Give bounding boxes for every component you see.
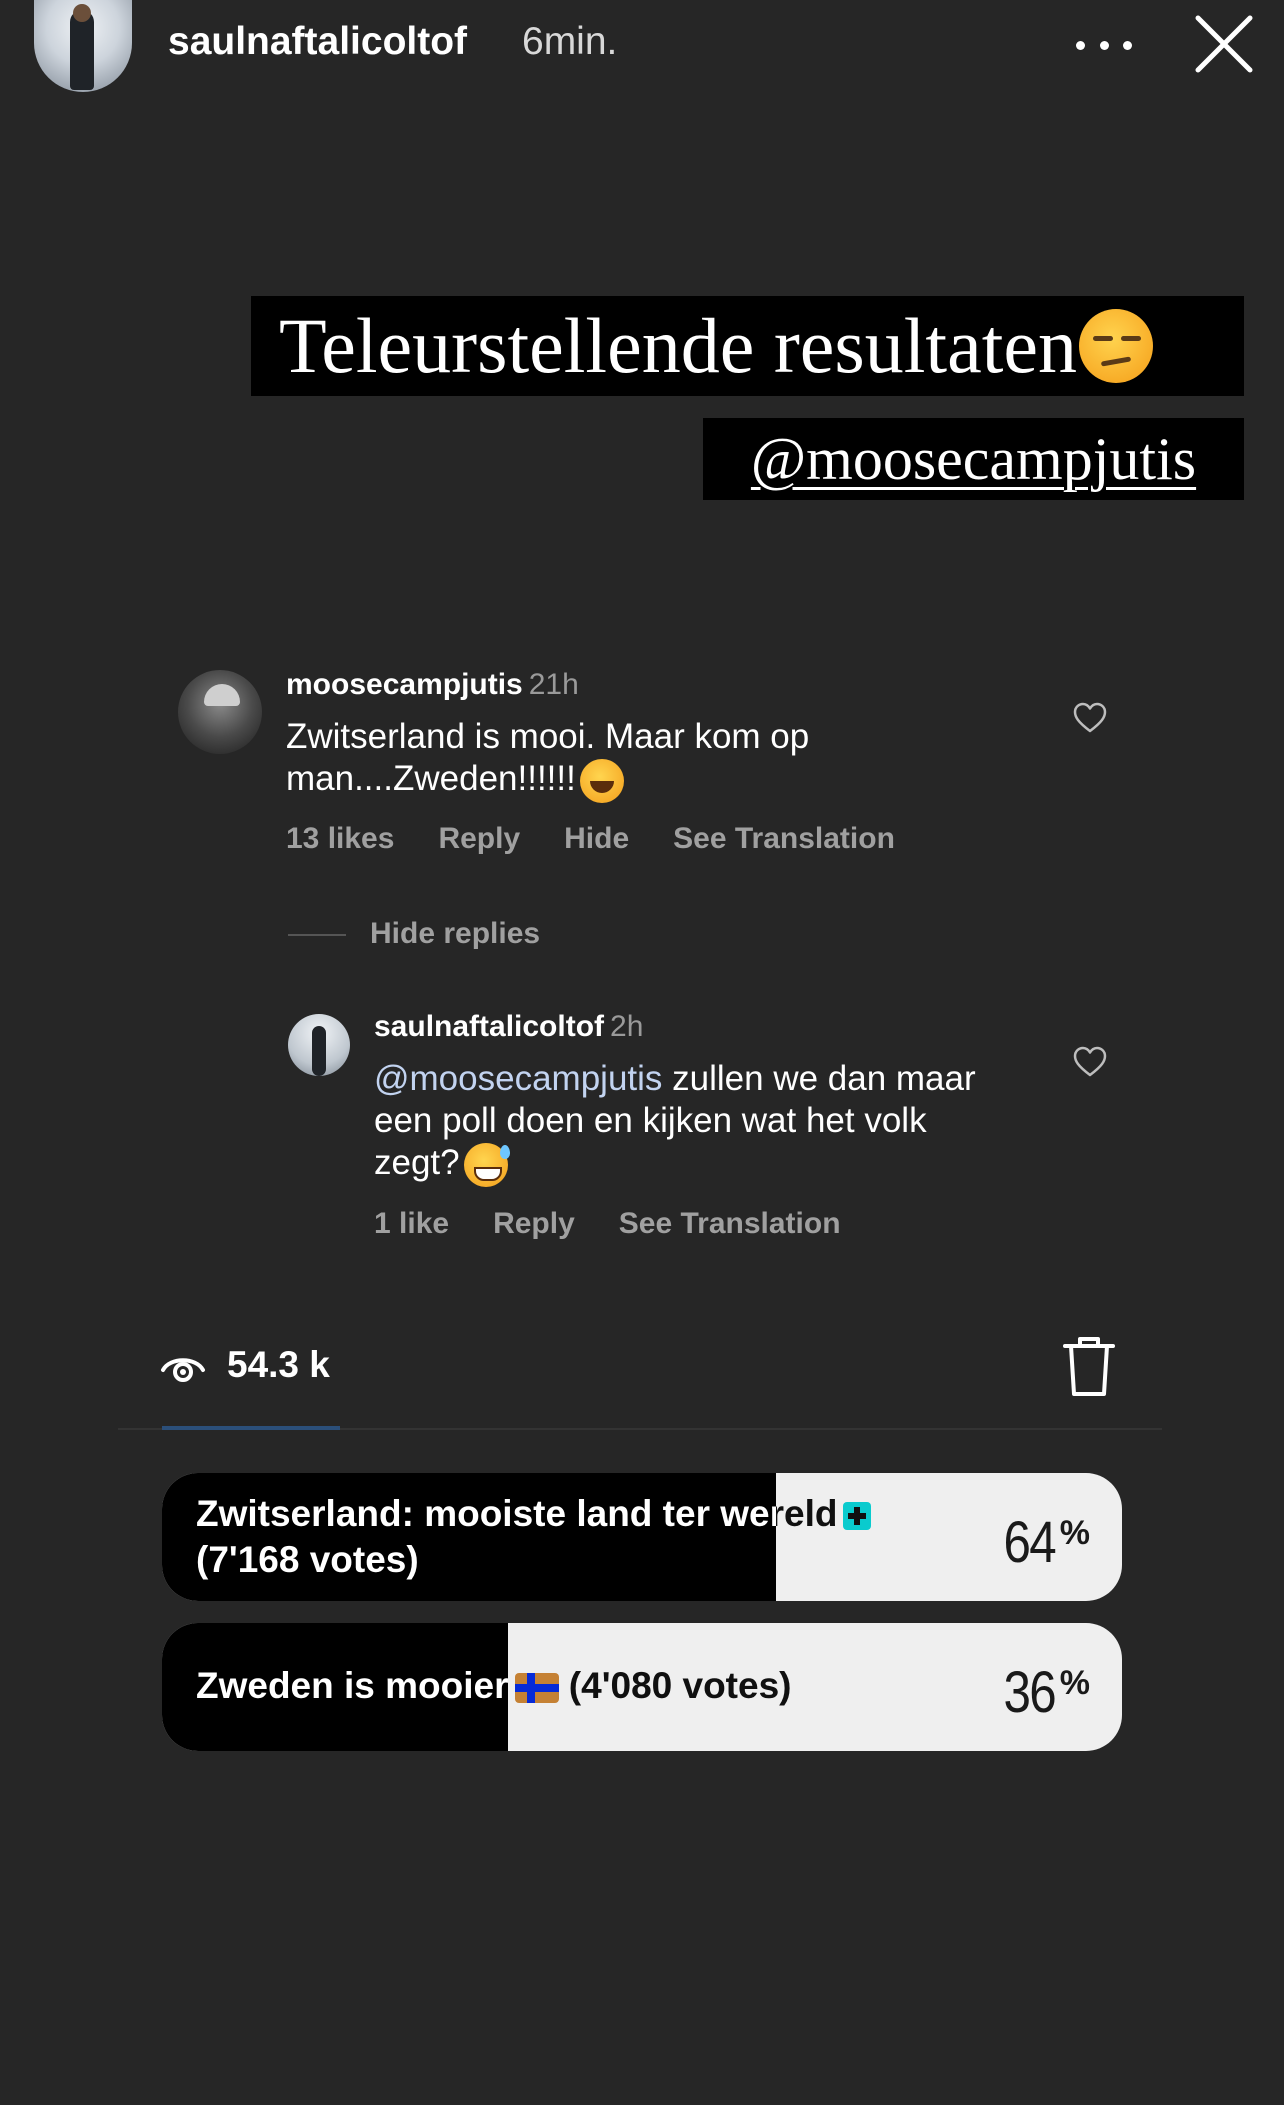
comment-text: Zwitserland is mooi. Maar kom op man....…: [286, 716, 809, 803]
story-time: 6min.: [522, 20, 618, 63]
hide-button[interactable]: Hide: [564, 822, 629, 856]
reply-username-text[interactable]: saulnaftalicoltof: [374, 1010, 604, 1043]
reply-line-1: zullen we dan maar: [662, 1059, 976, 1098]
reply-avatar[interactable]: [288, 1014, 350, 1076]
poll-percent-2-value: 36: [1003, 1660, 1057, 1725]
reply-mention[interactable]: @moosecampjutis: [374, 1059, 662, 1098]
comment-line-1: Zwitserland is mooi. Maar kom op: [286, 717, 810, 756]
avatar-person: [70, 10, 94, 90]
hide-replies-button[interactable]: Hide replies: [370, 917, 540, 951]
reply-see-translation-button[interactable]: See Translation: [619, 1207, 841, 1241]
reply-line-3: zegt?: [374, 1143, 460, 1182]
heart-icon[interactable]: [1073, 702, 1107, 734]
mention-text[interactable]: @moosecampjutis: [751, 425, 1196, 494]
poll-label-1: Zwitserland: mooiste land ter wereld (7'…: [196, 1491, 872, 1583]
story-screen: saulnaftalicoltof 6min. Teleurstellende …: [0, 0, 1284, 2105]
more-options-icon[interactable]: [1076, 30, 1132, 60]
avatar-head: [73, 4, 91, 22]
unamused-face-icon: [1079, 309, 1154, 383]
reply-actions: 1 like Reply See Translation: [374, 1207, 885, 1241]
swedish-flag-icon: [514, 1673, 559, 1704]
poll-percent-1-value: 64: [1003, 1510, 1057, 1575]
replies-divider: [288, 934, 346, 936]
see-translation-button[interactable]: See Translation: [673, 822, 895, 856]
story-username[interactable]: saulnaftalicoltof: [168, 20, 467, 64]
reply-heart-icon[interactable]: [1073, 1046, 1107, 1078]
poll-option-1[interactable]: Zwitserland: mooiste land ter wereld (7'…: [162, 1473, 1122, 1601]
poll-percent-2: 36%: [1003, 1660, 1090, 1725]
reply-time: 2h: [610, 1010, 644, 1043]
comment-actions: 13 likes Reply Hide See Translation: [286, 822, 939, 856]
mention-sticker[interactable]: @moosecampjutis: [703, 418, 1244, 500]
close-icon[interactable]: [1192, 12, 1256, 76]
swiss-flag-icon: [843, 1502, 872, 1531]
reply-line-2: een poll doen en kijken wat het volk: [374, 1101, 927, 1140]
reply-username[interactable]: saulnaftalicoltof 2h: [374, 1010, 643, 1044]
comment-username-text[interactable]: moosecampjutis: [286, 668, 523, 701]
reply-reply-button[interactable]: Reply: [493, 1207, 575, 1241]
reply-button[interactable]: Reply: [438, 822, 520, 856]
comment-line-2: man....Zweden!!!!!!: [286, 759, 576, 798]
title-sticker: Teleurstellende resultaten: [251, 296, 1244, 396]
reply-text: @moosecampjutis zullen we dan maar een p…: [374, 1058, 976, 1187]
poll-label-2: Zweden is mooier (4'080 votes): [196, 1663, 791, 1709]
tears-of-joy-icon: [579, 758, 624, 803]
title-text: Teleurstellende resultaten: [279, 302, 1078, 389]
poll-percent-1: 64%: [1003, 1510, 1090, 1575]
comment-username[interactable]: moosecampjutis 21h: [286, 668, 579, 702]
viewers-tab-indicator: [162, 1426, 340, 1430]
reply-likes[interactable]: 1 like: [374, 1207, 449, 1241]
view-count[interactable]: 54.3 k: [227, 1344, 330, 1386]
trash-icon[interactable]: [1062, 1334, 1116, 1398]
commenter-avatar[interactable]: [178, 670, 262, 754]
story-avatar[interactable]: [34, 0, 132, 92]
poll-label-1-votes: (7'168 votes): [196, 1539, 419, 1580]
poll-option-2[interactable]: Zweden is mooier (4'080 votes) 36%: [162, 1623, 1122, 1751]
poll-label-2-votes: (4'080 votes): [558, 1665, 792, 1706]
comment-time: 21h: [528, 668, 579, 701]
eye-icon[interactable]: [160, 1350, 206, 1384]
poll-label-2-text: Zweden is mooier: [196, 1665, 509, 1706]
comment-likes[interactable]: 13 likes: [286, 822, 394, 856]
grinning-sweat-icon: [463, 1142, 510, 1187]
poll-label-1-line-1: Zwitserland: mooiste land ter wereld: [196, 1493, 838, 1534]
